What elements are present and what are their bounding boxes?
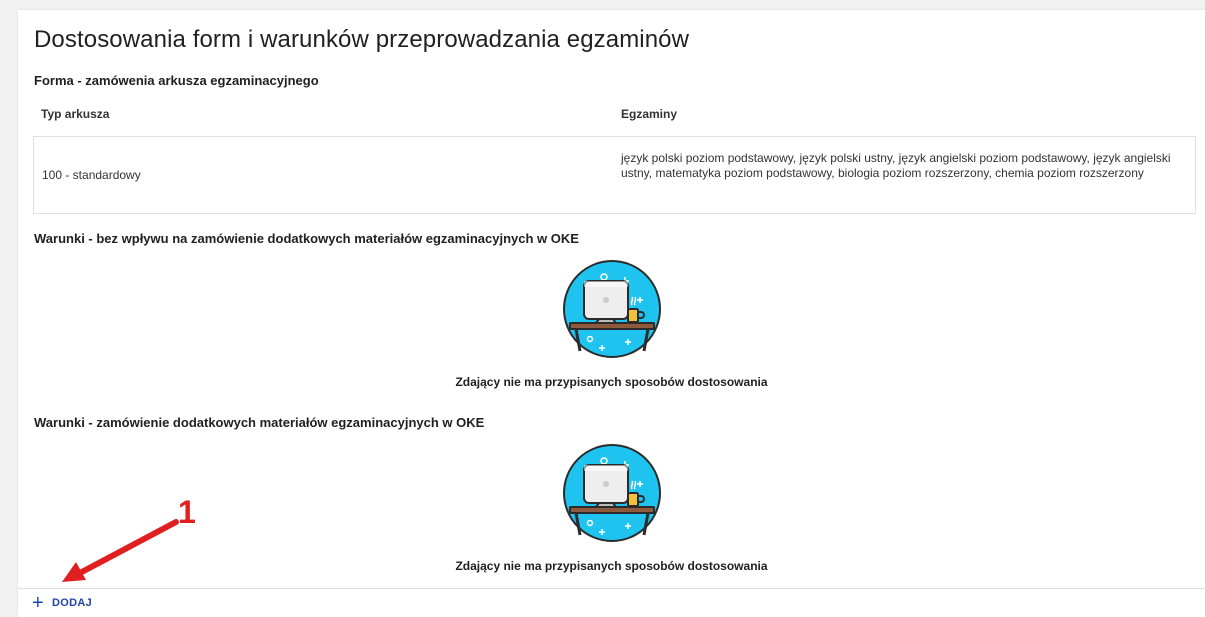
annotation-number: 1 bbox=[178, 494, 196, 530]
